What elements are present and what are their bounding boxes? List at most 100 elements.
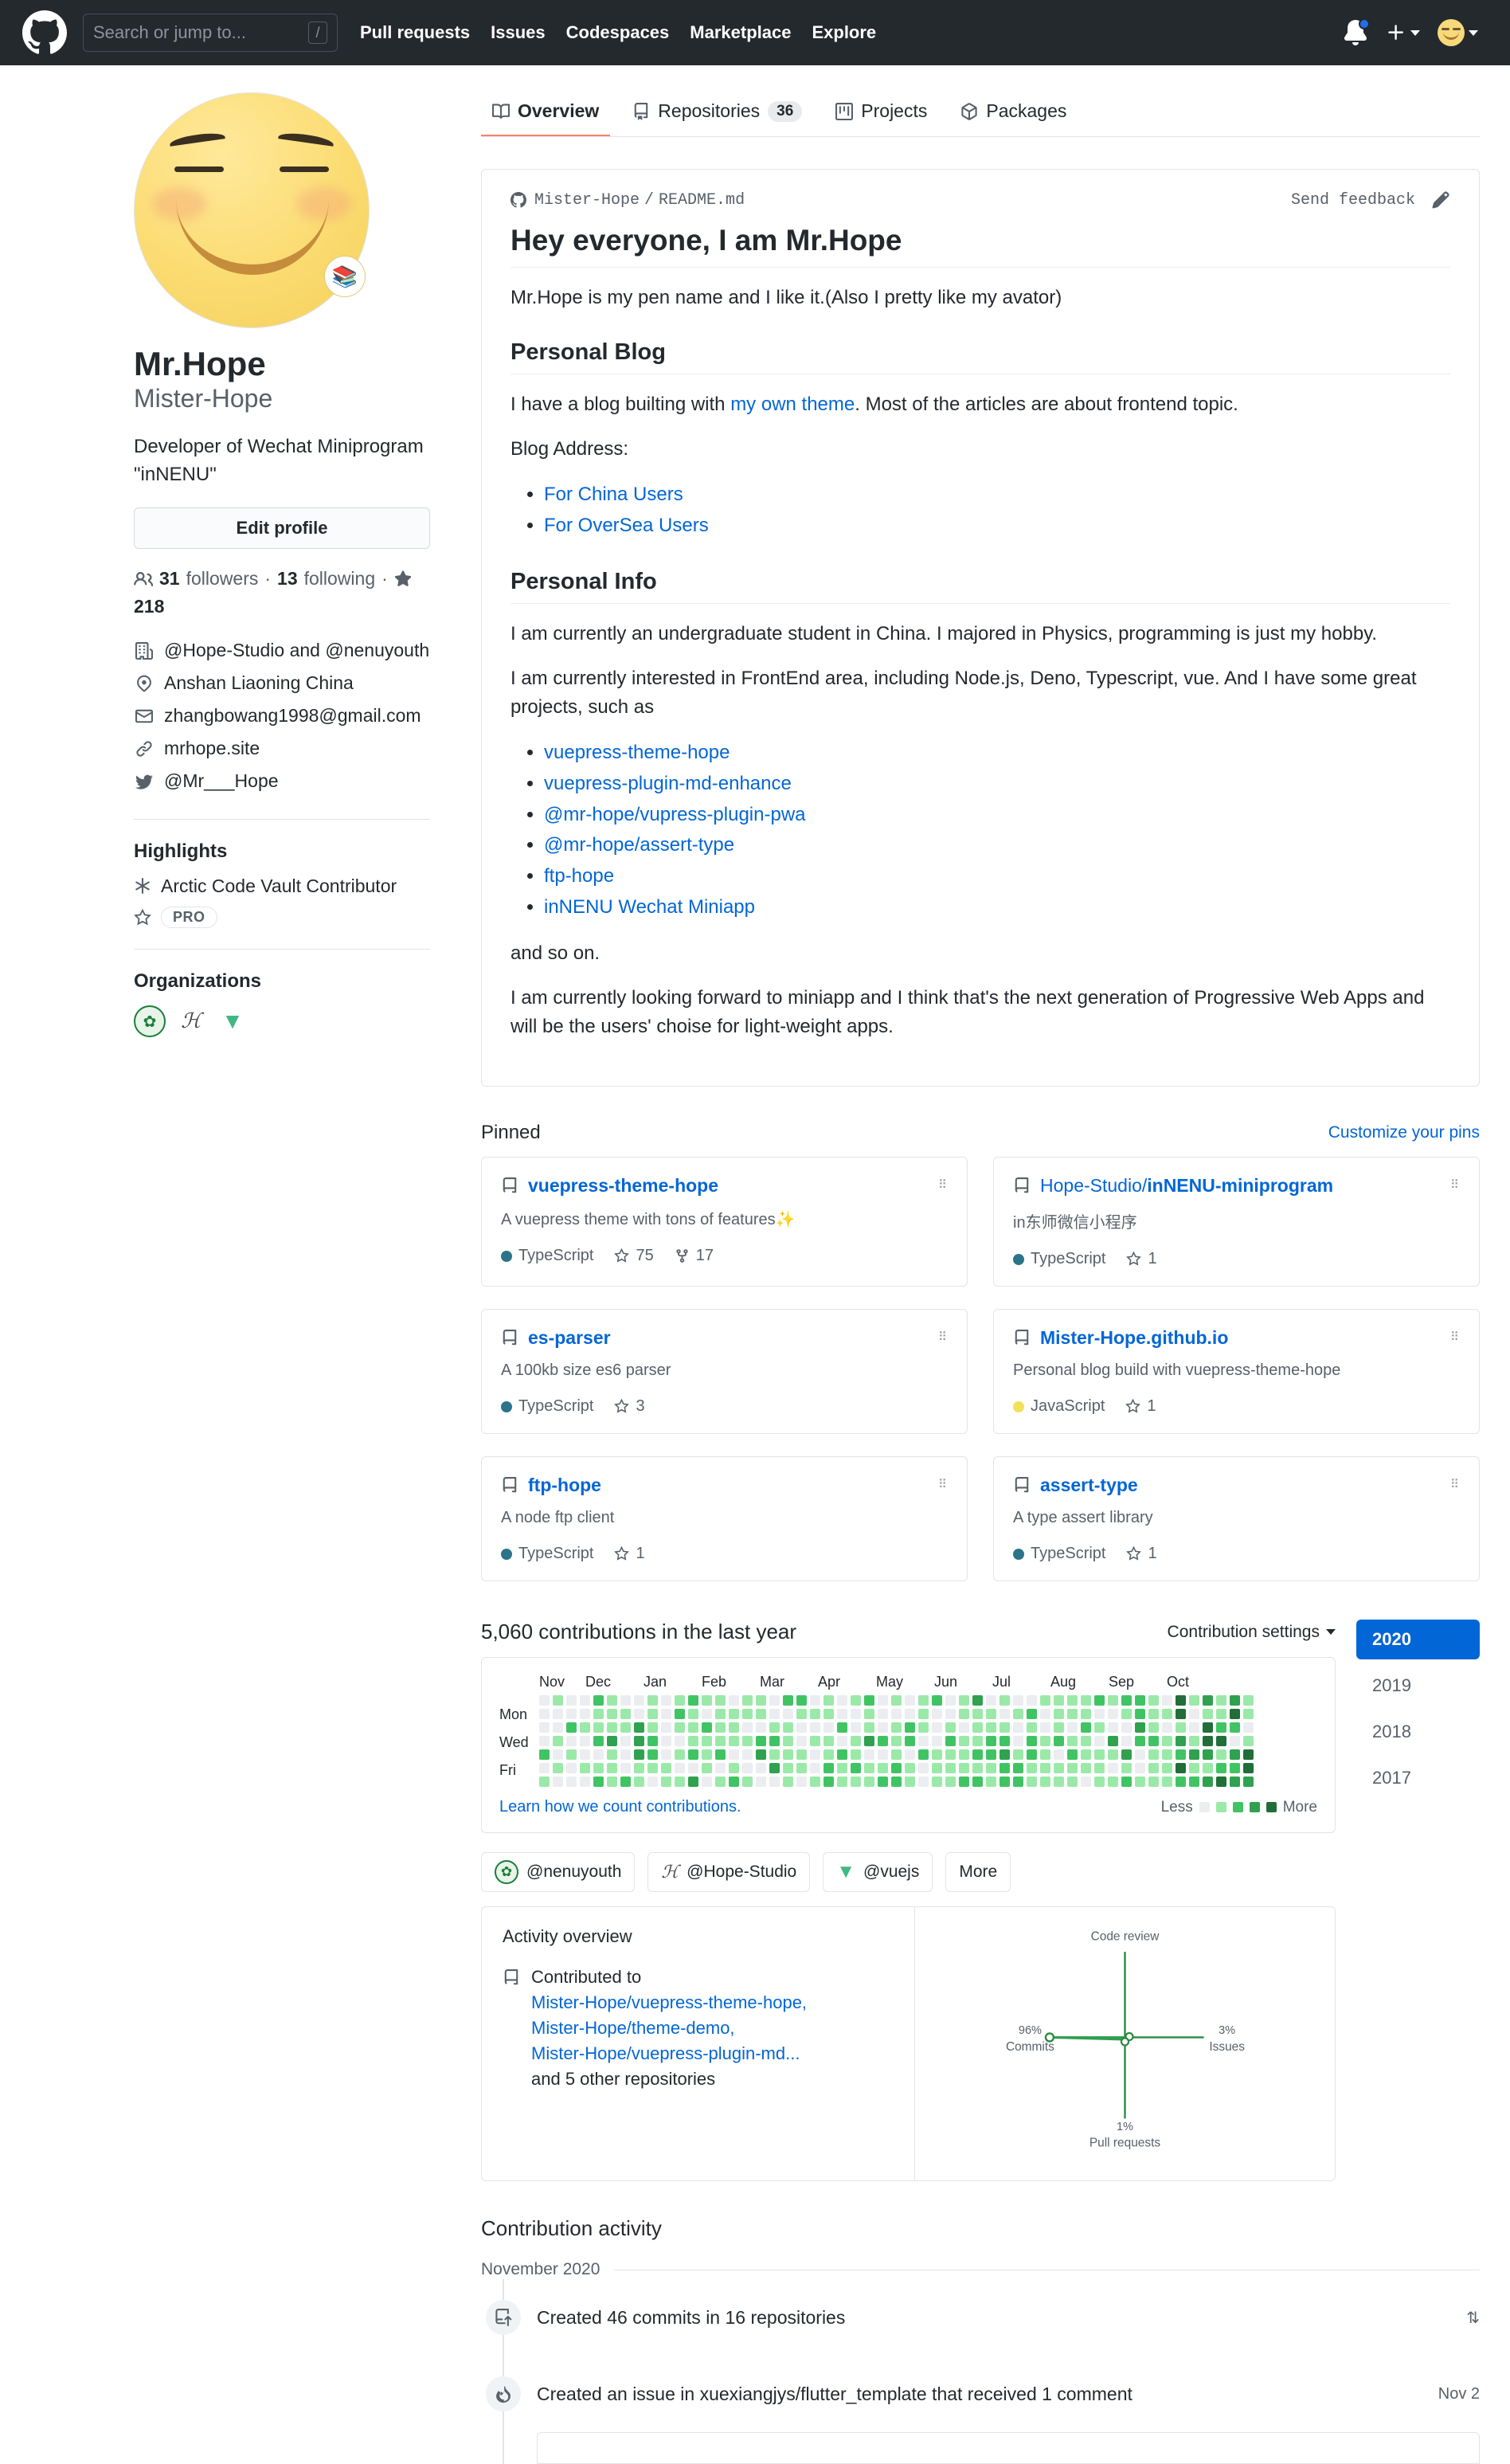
contribution-day-cell[interactable] — [1176, 1722, 1186, 1733]
project-link-vuepress-plugin-md-enhance[interactable]: vuepress-plugin-md-enhance — [544, 773, 792, 794]
repo-stars[interactable]: 3 — [614, 1397, 645, 1416]
contribution-day-cell[interactable] — [769, 1763, 780, 1773]
contribution-day-cell[interactable] — [783, 1736, 793, 1746]
contribution-day-cell[interactable] — [823, 1763, 834, 1773]
contribution-day-cell[interactable] — [1040, 1777, 1050, 1787]
contribution-day-cell[interactable] — [580, 1763, 590, 1773]
contribution-day-cell[interactable] — [1216, 1722, 1226, 1733]
drag-handle-icon[interactable]: ⠿ — [938, 1332, 948, 1343]
contribution-day-cell[interactable] — [959, 1736, 969, 1746]
contribution-day-cell[interactable] — [891, 1763, 902, 1773]
contribution-day-cell[interactable] — [823, 1695, 834, 1706]
pinned-repo-name[interactable]: ftp-hope — [528, 1475, 601, 1496]
contribution-day-cell[interactable] — [647, 1709, 658, 1719]
contribution-day-cell[interactable] — [823, 1709, 834, 1719]
contribution-day-cell[interactable] — [566, 1695, 577, 1706]
contribution-day-cell[interactable] — [580, 1709, 590, 1719]
contribution-day-cell[interactable] — [661, 1722, 671, 1733]
contribution-day-cell[interactable] — [620, 1709, 631, 1719]
contribution-day-cell[interactable] — [1027, 1763, 1037, 1773]
contribution-day-cell[interactable] — [932, 1777, 942, 1787]
contribution-day-cell[interactable] — [864, 1749, 874, 1760]
info-email[interactable]: zhangbowang1998@gmail.com — [134, 705, 430, 727]
contribution-day-cell[interactable] — [1121, 1695, 1132, 1706]
contribution-day-cell[interactable] — [769, 1736, 780, 1746]
contribution-day-cell[interactable] — [1189, 1736, 1199, 1746]
contribution-day-cell[interactable] — [986, 1695, 996, 1706]
contribution-day-cell[interactable] — [607, 1749, 617, 1760]
contribution-day-cell[interactable] — [1054, 1722, 1064, 1733]
contribution-day-cell[interactable] — [1135, 1722, 1145, 1733]
contribution-day-cell[interactable] — [1203, 1695, 1213, 1706]
pinned-repo-name[interactable]: Hope-Studio/inNENU-miniprogram — [1040, 1175, 1333, 1197]
contribution-day-cell[interactable] — [837, 1695, 847, 1706]
github-mark-icon[interactable] — [22, 10, 67, 55]
contribution-day-cell[interactable] — [634, 1695, 644, 1706]
repo-stars[interactable]: 1 — [614, 1545, 645, 1563]
contribution-day-cell[interactable] — [1189, 1722, 1199, 1733]
contributed-repo-link-2[interactable]: Mister-Hope/theme-demo, — [531, 2018, 735, 2038]
contribution-day-cell[interactable] — [851, 1763, 861, 1773]
contribution-day-cell[interactable] — [810, 1709, 820, 1719]
contribution-day-cell[interactable] — [1216, 1777, 1226, 1787]
contribution-day-cell[interactable] — [1148, 1763, 1159, 1773]
contribution-day-cell[interactable] — [1027, 1749, 1037, 1760]
contribution-settings-button[interactable]: Contribution settings — [1168, 1623, 1336, 1642]
contribution-day-cell[interactable] — [1094, 1763, 1105, 1773]
pinned-repo-card[interactable]: ftp-hope ⠿ A node ftp client TypeScript … — [481, 1456, 968, 1581]
contribution-day-cell[interactable] — [1176, 1749, 1186, 1760]
contribution-day-cell[interactable] — [702, 1736, 712, 1746]
contribution-day-cell[interactable] — [1176, 1777, 1186, 1787]
create-new-icon[interactable] — [1386, 22, 1420, 43]
contribution-day-cell[interactable] — [905, 1736, 915, 1746]
contribution-day-cell[interactable] — [702, 1749, 712, 1760]
contribution-day-cell[interactable] — [1040, 1749, 1050, 1760]
contribution-day-cell[interactable] — [1094, 1736, 1105, 1746]
contribution-day-cell[interactable] — [999, 1749, 1010, 1760]
expand-toggle-icon[interactable]: ⇅ — [1466, 2308, 1480, 2328]
contribution-day-cell[interactable] — [1108, 1736, 1118, 1746]
contribution-day-cell[interactable] — [593, 1777, 604, 1787]
contribution-day-cell[interactable] — [783, 1695, 793, 1706]
contribution-day-cell[interactable] — [1230, 1749, 1240, 1760]
contribution-day-cell[interactable] — [580, 1777, 590, 1787]
contribution-day-cell[interactable] — [715, 1736, 726, 1746]
contribution-day-cell[interactable] — [959, 1695, 969, 1706]
contribution-day-cell[interactable] — [688, 1709, 698, 1719]
contribution-day-cell[interactable] — [742, 1722, 753, 1733]
contribution-day-cell[interactable] — [810, 1763, 820, 1773]
contribution-day-cell[interactable] — [1013, 1736, 1023, 1746]
contribution-day-cell[interactable] — [1027, 1777, 1037, 1787]
contribution-day-cell[interactable] — [1230, 1777, 1240, 1787]
contribution-day-cell[interactable] — [1094, 1709, 1105, 1719]
contribution-day-cell[interactable] — [864, 1722, 874, 1733]
drag-handle-icon[interactable]: ⠿ — [1450, 1479, 1460, 1491]
contribution-day-cell[interactable] — [932, 1709, 942, 1719]
contribution-day-cell[interactable] — [1067, 1695, 1078, 1706]
tab-projects[interactable]: Projects — [824, 92, 938, 136]
contribution-day-cell[interactable] — [1013, 1722, 1023, 1733]
contribution-day-cell[interactable] — [864, 1709, 874, 1719]
contribution-day-cell[interactable] — [1013, 1695, 1023, 1706]
contribution-day-cell[interactable] — [1108, 1763, 1118, 1773]
contribution-day-cell[interactable] — [1067, 1763, 1078, 1773]
following-count[interactable]: 13 — [277, 568, 298, 590]
contribution-day-cell[interactable] — [945, 1695, 956, 1706]
contribution-day-cell[interactable] — [796, 1763, 807, 1773]
contribution-day-cell[interactable] — [891, 1749, 902, 1760]
drag-handle-icon[interactable]: ⠿ — [938, 1180, 948, 1191]
contribution-day-cell[interactable] — [1013, 1777, 1023, 1787]
contribution-day-cell[interactable] — [823, 1736, 834, 1746]
contribution-day-cell[interactable] — [999, 1777, 1010, 1787]
contribution-day-cell[interactable] — [945, 1736, 956, 1746]
contribution-day-cell[interactable] — [1176, 1763, 1186, 1773]
stars-count[interactable]: 218 — [134, 596, 164, 617]
contribution-day-cell[interactable] — [972, 1736, 983, 1746]
contribution-day-cell[interactable] — [1081, 1736, 1091, 1746]
contribution-day-cell[interactable] — [918, 1722, 929, 1733]
contribution-day-cell[interactable] — [1162, 1695, 1172, 1706]
blog-theme-link[interactable]: my own theme — [730, 394, 855, 415]
following-label[interactable]: following — [304, 568, 376, 590]
contribution-day-cell[interactable] — [1176, 1709, 1186, 1719]
contribution-day-cell[interactable] — [1148, 1736, 1159, 1746]
